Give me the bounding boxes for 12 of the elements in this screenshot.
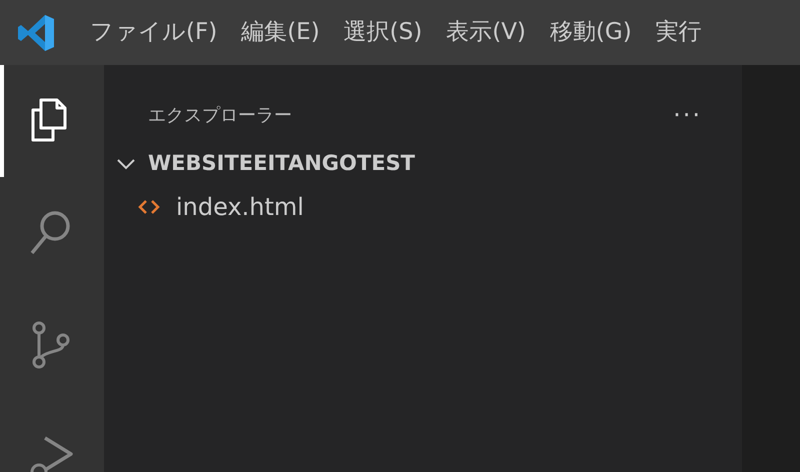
more-actions-button[interactable]: ··· [673, 97, 702, 133]
menu-item[interactable]: ファイル(F) [78, 15, 230, 50]
menu-item[interactable]: 表示(V) [434, 15, 538, 50]
menu-item[interactable]: 編集(E) [229, 15, 332, 50]
menu-item[interactable]: 実行 [644, 15, 714, 50]
menu-item[interactable]: 移動(G) [538, 15, 644, 50]
menu-item[interactable]: 選択(S) [332, 15, 434, 50]
code-file-icon [138, 199, 160, 215]
app-logo-icon [16, 12, 56, 52]
folder-row[interactable]: WEBSITEEITANGOTEST [116, 147, 742, 181]
file-item[interactable]: index.html [138, 189, 742, 225]
sidebar-title: エクスプローラー [148, 104, 292, 128]
